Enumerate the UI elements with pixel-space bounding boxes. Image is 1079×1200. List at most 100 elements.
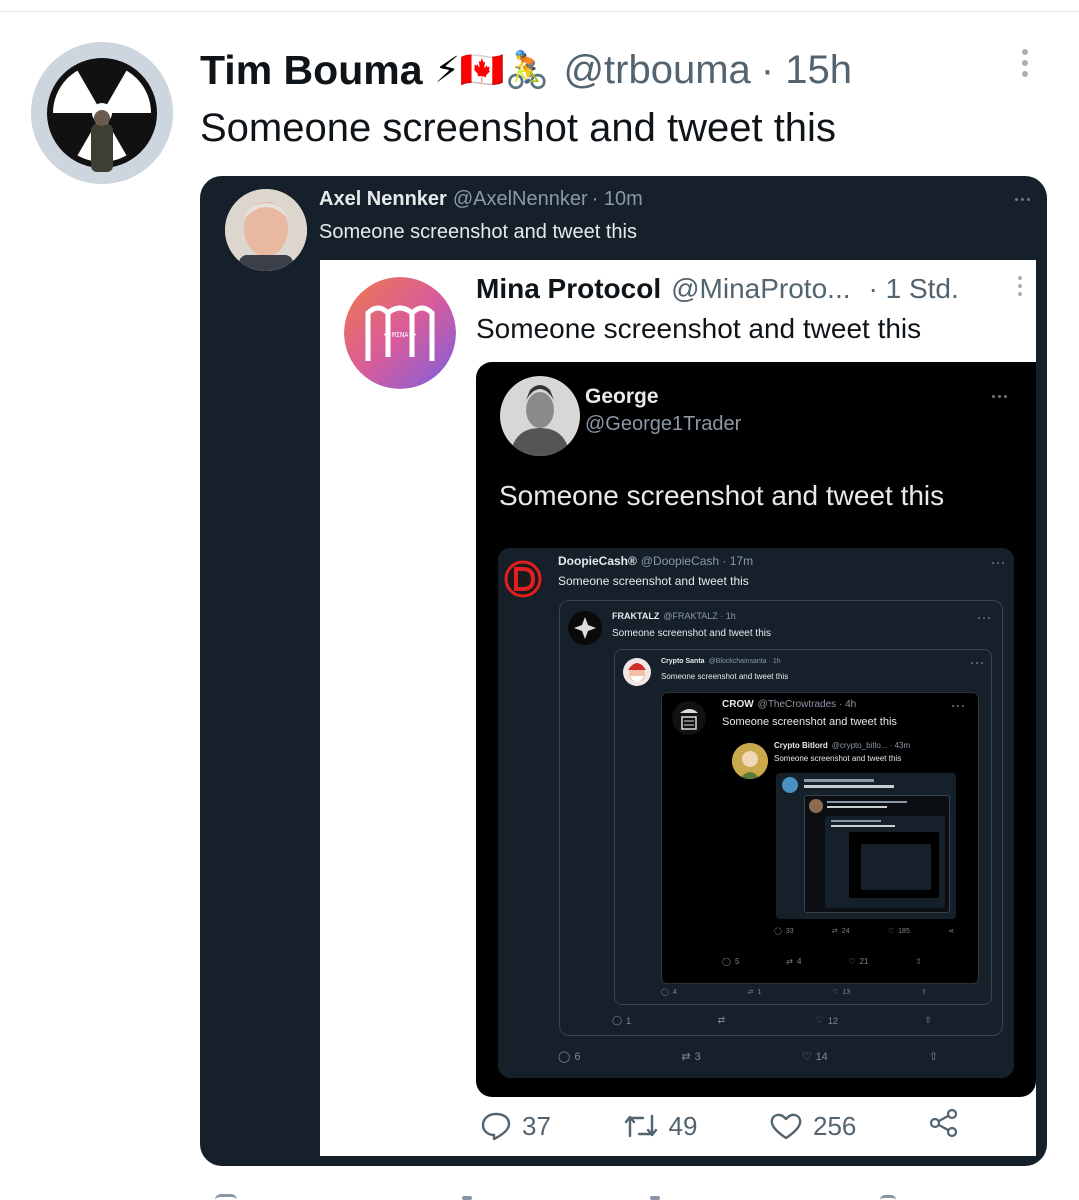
george-handle[interactable]: @George1Trader [585, 413, 741, 436]
doopie-retweet-button[interactable]: ⇄ 3 [681, 1050, 700, 1064]
mina-handle[interactable]: @MinaProto... [671, 273, 850, 305]
mina-name[interactable]: Mina Protocol [476, 273, 661, 305]
mina-header: Mina Protocol @MinaProto... · 1 Std. [476, 273, 959, 305]
author-emoji: ⚡🇨🇦🚴 [434, 50, 550, 91]
santa-share-icon[interactable]: ⇧ [921, 988, 927, 996]
bitlord-avatar[interactable] [732, 743, 768, 779]
mina-more-icon[interactable] [1018, 276, 1022, 296]
cropped-like-icon[interactable] [650, 1196, 660, 1200]
bitlord-actions: ◯ 33 ⇄ 24 ♡ 185 ⋖ [774, 927, 954, 936]
deepest-line-1 [831, 820, 881, 822]
quoted-tweet-axel[interactable]: Axel Nennker @AxelNennker · 10m Someone … [200, 176, 1047, 1166]
fraktalz-retweet-button[interactable]: ⇄ [718, 1015, 730, 1026]
fraktalz-avatar[interactable] [568, 611, 602, 645]
quoted-tweet-george[interactable]: George @George1Trader Someone screenshot… [476, 362, 1036, 1097]
crow-retweet-button[interactable]: ⇄ 4 [786, 957, 801, 966]
santa-actions: ◯ 4 ⇄ 1 ♡ 13 ⇧ [661, 988, 927, 997]
cropped-share-icon[interactable] [880, 1195, 896, 1200]
fraktalz-name[interactable]: FRAKTALZ [612, 611, 659, 621]
tweet-time[interactable]: · 15h [761, 48, 852, 93]
deeper-line-1 [827, 801, 907, 803]
crow-like-button[interactable]: ♡ 21 [848, 957, 868, 966]
deepest-line-2 [831, 825, 895, 827]
quoted-tweet-doopie[interactable]: DoopieCash® @DoopieCash · 17m Someone sc… [498, 548, 1014, 1078]
santa-avatar[interactable] [623, 658, 651, 686]
doopie-like-button[interactable]: ♡ 14 [802, 1050, 828, 1064]
bitlord-reply-button[interactable]: ◯ 33 [774, 927, 794, 936]
nested-quote-deep[interactable] [776, 773, 956, 919]
crow-avatar[interactable] [672, 701, 706, 735]
retweet-icon [624, 1114, 657, 1138]
quoted-tweet-bitlord[interactable]: Crypto Bitlord @crypto_bitlo... · 43m So… [722, 737, 966, 951]
fraktalz-reply-button[interactable]: ◯ 1 [612, 1015, 631, 1026]
deepest-quote [825, 816, 945, 908]
crow-handle[interactable]: @TheCrowtrades · 4h [758, 699, 857, 710]
bitlord-like-button[interactable]: ♡ 185 [888, 927, 910, 936]
fraktalz-text: Someone screenshot and tweet this [612, 628, 771, 639]
bitlord-header: Crypto Bitlord @crypto_bitlo... · 43m [774, 741, 910, 750]
quoted-tweet-santa[interactable]: Crypto Santa @Blockchainsanta · 1h Someo… [614, 649, 992, 1005]
tweet-text: Someone screenshot and tweet this [200, 106, 836, 150]
santa-name[interactable]: Crypto Santa [661, 658, 705, 665]
santa-handle[interactable]: @Blockchainsanta · 1h [709, 658, 781, 665]
george-avatar[interactable] [500, 376, 580, 456]
axel-more-icon[interactable] [1015, 198, 1030, 201]
author-name[interactable]: Tim Bouma [200, 47, 423, 94]
fraktalz-like-count: 12 [827, 1015, 838, 1026]
deepest-inner-box [861, 844, 931, 890]
axel-handle[interactable]: @AxelNennker [453, 188, 588, 211]
bitlord-retweet-button[interactable]: ⇄ 24 [832, 927, 850, 936]
axel-text: Someone screenshot and tweet this [319, 221, 637, 243]
reply-button[interactable]: 37 [480, 1111, 551, 1142]
santa-retweet-button[interactable]: ⇄ 1 [748, 988, 762, 997]
quoted-tweet-fraktalz[interactable]: FRAKTALZ @FRAKTALZ · 1h Someone screensh… [559, 600, 1003, 1036]
doopie-reply-button[interactable]: ◯ 6 [558, 1050, 580, 1064]
doopie-share-icon[interactable]: ⇧ [929, 1050, 938, 1063]
cropped-reply-icon[interactable] [215, 1194, 237, 1200]
crow-share-icon[interactable]: ⇧ [915, 957, 922, 966]
crow-retweet-count: 4 [796, 957, 802, 966]
doopie-more-icon[interactable] [992, 562, 1004, 564]
crow-name[interactable]: CROW [722, 699, 754, 710]
crow-reply-button[interactable]: ◯ 5 [722, 957, 739, 966]
crow-actions: ◯ 5 ⇄ 4 ♡ 21 ⇧ [722, 957, 922, 966]
tweet-page: Tim Bouma ⚡🇨🇦🚴 @trbouma · 15h Someone sc… [0, 0, 1079, 1200]
mina-time: · 1 Std. [868, 273, 959, 304]
axel-avatar[interactable] [225, 189, 307, 271]
like-button[interactable]: 256 [769, 1111, 856, 1142]
bitlord-share-icon[interactable]: ⋖ [948, 927, 954, 935]
doopie-name[interactable]: DoopieCash® [558, 554, 637, 568]
share-button[interactable] [928, 1108, 960, 1145]
quoted-tweet-crow[interactable]: CROW @TheCrowtrades · 4h Someone screens… [661, 692, 979, 984]
santa-more-icon[interactable] [971, 662, 983, 664]
doopie-avatar[interactable] [504, 560, 542, 598]
author-avatar[interactable] [31, 42, 173, 184]
doopie-handle[interactable]: @DoopieCash · 17m [641, 554, 753, 568]
cropped-retweet-icon[interactable] [462, 1196, 472, 1200]
deep-line-2 [804, 785, 894, 788]
fraktalz-more-icon[interactable] [978, 617, 990, 619]
crow-more-icon[interactable] [952, 705, 964, 707]
santa-like-button[interactable]: ♡ 13 [832, 988, 850, 997]
axel-name[interactable]: Axel Nennker [319, 188, 447, 211]
mina-text: Someone screenshot and tweet this [476, 313, 922, 344]
axel-header: Axel Nennker @AxelNennker · 10m [319, 188, 643, 211]
george-name[interactable]: George [585, 385, 659, 409]
author-handle[interactable]: @trbouma [563, 48, 750, 93]
mina-avatar[interactable]: • MINA • [344, 277, 456, 389]
bitlord-reply-count: 33 [785, 927, 794, 935]
retweet-button[interactable]: 49 [623, 1111, 697, 1142]
george-more-icon[interactable] [992, 395, 1007, 398]
santa-reply-button[interactable]: ◯ 4 [661, 988, 677, 997]
more-options-icon[interactable] [1022, 49, 1028, 77]
fraktalz-handle[interactable]: @FRAKTALZ · 1h [663, 611, 735, 621]
fraktalz-like-button[interactable]: ♡ 12 [816, 1015, 838, 1026]
george-text: Someone screenshot and tweet this [499, 480, 945, 511]
santa-text: Someone screenshot and tweet this [661, 672, 789, 681]
fraktalz-share-icon[interactable]: ⇧ [924, 1015, 932, 1026]
quoted-tweet-mina[interactable]: • MINA • Mina Protocol @MinaProto... · 1… [320, 260, 1036, 1156]
tweet-header: Tim Bouma ⚡🇨🇦🚴 @trbouma · 15h [200, 44, 852, 96]
bitlord-handle[interactable]: @crypto_bitlo... · 43m [832, 741, 910, 750]
bitlord-name[interactable]: Crypto Bitlord [774, 741, 828, 750]
santa-reply-count: 4 [672, 988, 677, 996]
